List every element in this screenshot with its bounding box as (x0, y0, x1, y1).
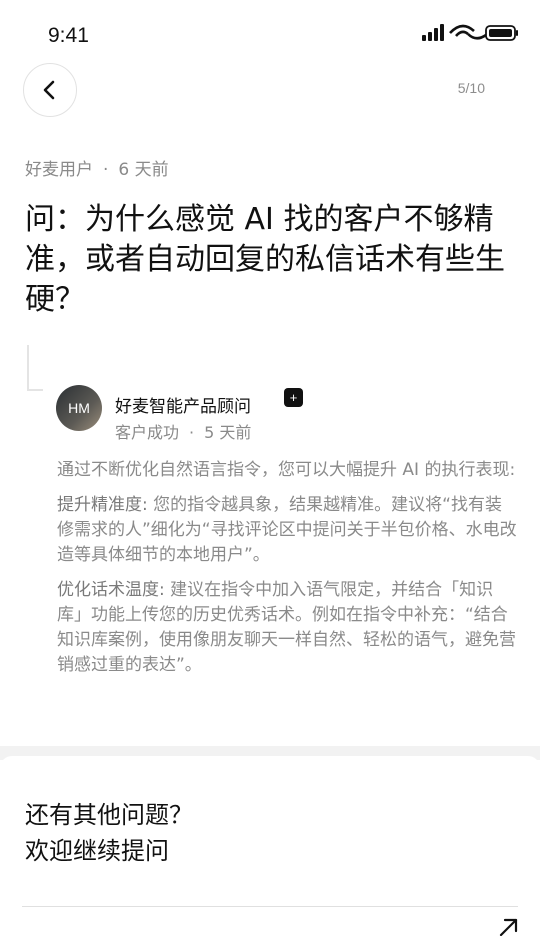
answer-author-name[interactable]: 好麦智能产品顾问 (115, 392, 251, 417)
answer-point-precision: 提升精准度: 您的指令越具象，结果越精准。建议将“找有装修需求的人”细化为“寻找… (57, 493, 517, 568)
status-bar: 9:41 (0, 0, 540, 60)
chevron-left-icon (43, 80, 55, 100)
battery-icon (485, 25, 518, 41)
answer-meta: 客户成功 · 5 天前 (115, 419, 251, 443)
meta-separator: · (189, 423, 195, 442)
more-questions-subtitle: 欢迎继续提问 (25, 837, 169, 865)
more-questions-title: 还有其他问题？ (25, 801, 193, 829)
footer-divider (22, 906, 518, 907)
status-icons (422, 24, 518, 41)
point-label: 提升精准度: (57, 495, 148, 515)
wifi-icon (449, 24, 487, 40)
answer-time: 5 天前 (204, 423, 252, 442)
question-time: 6 天前 (118, 160, 169, 180)
thread-connector (27, 345, 43, 391)
question-meta: 好麦用户 · 6 天前 (25, 155, 169, 180)
point-label: 优化话术温度: (57, 580, 165, 600)
meta-separator: · (103, 160, 109, 180)
status-time: 9:41 (48, 24, 89, 47)
answer-role: 客户成功 (115, 423, 180, 442)
question-author: 好麦用户 (25, 160, 93, 180)
question-title: 问：为什么感觉 AI 找的客户不够精准，或者自动回复的私信话术有些生硬？ (25, 202, 505, 317)
back-button[interactable] (23, 63, 77, 117)
answer-intro: 通过不断优化自然语言指令，您可以大幅提升 AI 的执行表现: (57, 460, 516, 480)
answer-body: 通过不断优化自然语言指令，您可以大幅提升 AI 的执行表现: 提升精准度: 您的… (57, 458, 517, 688)
arrow-up-right-icon[interactable] (496, 916, 522, 936)
plus-badge: + (284, 388, 303, 407)
signal-icon (422, 24, 444, 41)
page-counter: 5/10 (457, 80, 485, 96)
avatar[interactable]: HM (56, 385, 102, 431)
answer-point-tone: 优化话术温度: 建议在指令中加入语气限定，并结合「知识库」功能上传您的历史优秀话… (57, 578, 517, 678)
